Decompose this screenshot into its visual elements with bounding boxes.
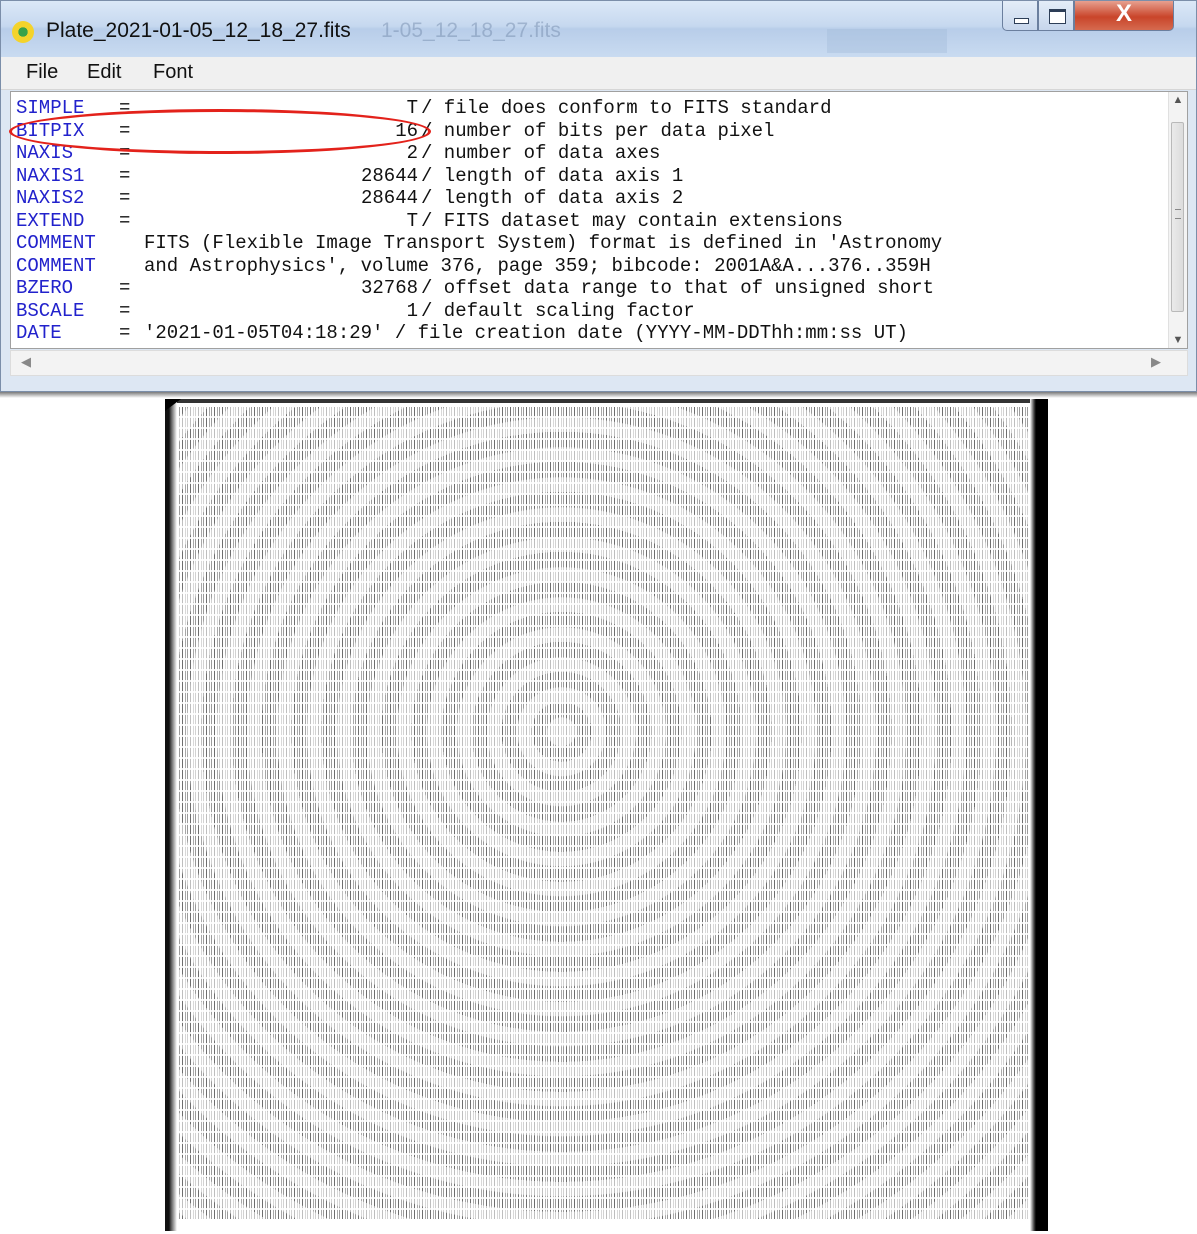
header-line: NAXIS2 = 28644 / length of data axis 2 [16,187,1156,210]
menu-bar: File Edit Font [1,57,1196,90]
header-keyword: DATE [16,322,62,344]
window-title: Plate_2021-01-05_12_18_27.fits [46,19,351,42]
header-line: NAXIS1 = 28644 / length of data axis 1 [16,165,1156,188]
header-comment: / file does conform to FITS standard [421,97,832,119]
minimize-button[interactable] [1002,1,1038,31]
background-window-artifact [827,29,947,53]
header-comment: / length of data axis 1 [421,164,684,187]
header-comment: / length of data axis 2 [421,187,684,209]
header-comment: / number of bits per data pixel [421,119,775,142]
vertical-scrollbar[interactable]: ▲ ▼ [1168,92,1187,348]
scroll-thumb[interactable] [1171,122,1184,312]
header-line: COMMENT FITS (Flexible Image Transport S… [16,232,1156,255]
horizontal-scrollbar[interactable]: ◀ ▶ [10,350,1188,376]
menu-font[interactable]: Font [153,61,193,84]
header-value: T [406,209,418,232]
header-keyword: COMMENT [16,254,96,277]
background-window-title: 1-05_12_18_27.fits [381,19,561,42]
menu-file[interactable]: File [26,61,58,84]
header-line: BSCALE = 1 / default scaling factor [16,300,1156,323]
header-value: T [406,97,418,119]
plate-image [165,399,1048,1231]
minimize-icon [1014,18,1029,24]
maximize-button[interactable] [1038,1,1074,31]
bitpix-highlight-ellipse [9,109,431,154]
header-keyword: EXTEND [16,209,85,232]
header-keyword: NAXIS1 [16,164,85,187]
header-keyword: COMMENT [16,232,96,254]
header-equals: = [119,209,131,232]
title-bar[interactable]: Plate_2021-01-05_12_18_27.fits 1-05_12_1… [1,0,1196,57]
header-value: 28644 [360,164,418,187]
header-line: EXTEND = T / FITS dataset may contain ex… [16,210,1156,233]
header-keyword: BZERO [16,277,74,299]
scroll-left-arrow-icon[interactable]: ◀ [21,354,31,370]
plate-top-edge [165,399,1030,403]
plate-moire-pattern [179,407,1029,1219]
plate-left-edge [165,399,177,1231]
scroll-right-arrow-icon[interactable]: ▶ [1151,354,1161,370]
scroll-up-arrow-icon[interactable]: ▲ [1169,94,1187,106]
header-comment-text: FITS (Flexible Image Transport System) f… [144,232,943,254]
header-equals: = [119,299,131,322]
header-line: COMMENT and Astrophysics', volume 376, p… [16,255,1156,278]
header-value: 32768 [360,277,418,299]
close-icon: X [1115,0,1132,27]
header-keyword: BSCALE [16,299,85,322]
header-value: 1 [406,299,418,322]
header-equals: = [119,277,131,299]
menu-edit[interactable]: Edit [87,61,121,84]
header-value: 28644 [360,187,418,209]
fits-viewer-icon [12,21,34,43]
header-comment: / default scaling factor [421,299,695,322]
header-comment: / offset data range to that of unsigned … [421,277,935,299]
header-keyword: NAXIS2 [16,187,85,209]
header-comment: / number of data axes [421,142,661,164]
header-equals: = [119,322,131,344]
plate-right-edge [1030,399,1048,1231]
close-button[interactable]: X [1074,0,1174,31]
header-comment-text: and Astrophysics', volume 376, page 359;… [144,254,931,277]
header-value: 2 [406,142,418,164]
scroll-grip-icon [1175,209,1181,219]
fits-header-window: Plate_2021-01-05_12_18_27.fits 1-05_12_1… [0,0,1197,392]
header-line: DATE = '2021-01-05T04:18:29' / file crea… [16,322,1156,345]
maximize-icon [1049,9,1066,24]
scroll-down-arrow-icon[interactable]: ▼ [1169,334,1187,346]
header-equals: = [119,164,131,187]
header-date-value: '2021-01-05T04:18:29' / file creation da… [144,322,908,344]
window-shadow [0,392,1197,398]
header-comment: / FITS dataset may contain extensions [421,209,843,232]
header-equals: = [119,187,131,209]
header-line: BZERO = 32768 / offset data range to tha… [16,277,1156,300]
